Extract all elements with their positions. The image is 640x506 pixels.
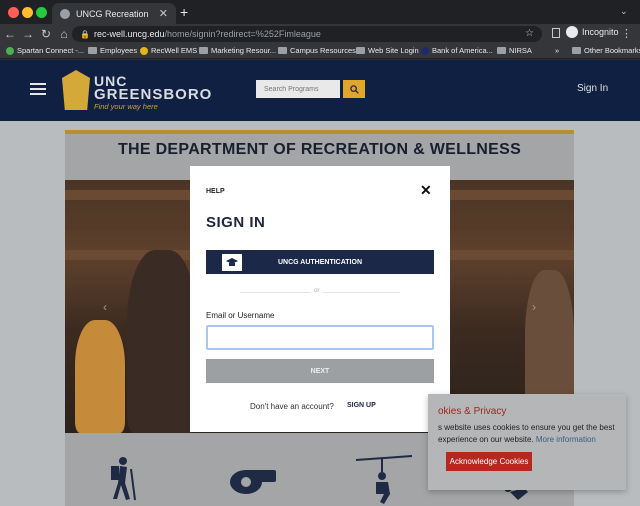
folder-icon <box>497 47 506 54</box>
minimize-window-button[interactable] <box>22 7 33 18</box>
browser-tab[interactable]: UNCG Recreation ✕ <box>52 3 176 24</box>
logo-tagline: Find your way here <box>94 102 158 111</box>
folder-icon <box>88 47 97 54</box>
sign-in-modal: HELP ✕ SIGN IN UNCG AUTHENTICATION or Em… <box>190 166 450 432</box>
auth-button-label: UNCG AUTHENTICATION <box>278 258 362 266</box>
modal-title: SIGN IN <box>206 214 266 231</box>
other-bookmarks-label: Other Bookmarks <box>584 46 640 55</box>
uncg-logo-icon[interactable] <box>62 70 90 110</box>
bookmark-label: RecWell EMS <box>151 46 198 55</box>
close-tab-icon[interactable]: ✕ <box>159 7 168 20</box>
incognito-indicator[interactable]: Incognito <box>566 26 619 38</box>
bookmark-label: Bank of America... <box>432 46 493 55</box>
more-information-link[interactable]: More information <box>536 435 596 444</box>
bookmark-item[interactable]: Bank of America... <box>421 46 493 55</box>
bookmark-label: Campus Resources <box>290 46 356 55</box>
incognito-label: Incognito <box>582 27 619 37</box>
bookmarks-bar: Spartan Connect -... Employees RecWell E… <box>0 44 640 59</box>
hamburger-menu-icon[interactable] <box>30 83 46 95</box>
search-icon <box>349 84 359 94</box>
side-panel-icon[interactable] <box>552 28 560 38</box>
or-divider-text: or <box>310 288 324 294</box>
acknowledge-cookies-button[interactable]: Acknowledge Cookies <box>446 452 532 471</box>
email-username-field[interactable] <box>206 325 434 350</box>
cookies-title: okies & Privacy <box>438 406 507 417</box>
bookmark-item[interactable]: NIRSA <box>497 46 532 55</box>
carousel-prev-icon[interactable]: ‹ <box>103 300 107 314</box>
forward-button[interactable]: → <box>20 27 36 41</box>
bookmark-favicon-icon <box>140 46 148 55</box>
bookmark-item[interactable]: RecWell EMS <box>140 46 197 55</box>
help-link[interactable]: HELP <box>206 188 225 195</box>
web-page: UNC GREENSBORO Find your way here Sign I… <box>0 60 640 506</box>
whistle-icon[interactable] <box>226 460 278 500</box>
home-button[interactable]: ⌂ <box>56 27 72 41</box>
folder-icon <box>356 47 365 54</box>
zipline-icon[interactable] <box>354 454 414 506</box>
bookmark-item[interactable]: Marketing Resour... <box>199 46 276 55</box>
bookmark-item[interactable]: Employees <box>88 46 137 55</box>
search-button[interactable] <box>343 80 365 98</box>
bookmark-label: Employees <box>100 46 138 55</box>
browser-menu-icon[interactable]: ⋮ <box>621 27 632 40</box>
cookies-panel: okies & Privacy s website uses cookies t… <box>428 394 626 490</box>
url-host: rec-well.uncg.edu <box>93 29 165 39</box>
new-tab-button[interactable]: + <box>180 4 188 20</box>
bookmark-favicon-icon <box>6 46 14 55</box>
tab-title: UNCG Recreation <box>76 8 149 19</box>
photo-person <box>75 320 125 433</box>
back-button[interactable]: ← <box>2 27 18 41</box>
browser-toolbar: ← → ↻ ⌂ 🔒 rec-well.uncg.edu /home/signin… <box>0 24 640 44</box>
cookies-description: s website uses cookies to ensure you get… <box>438 422 620 446</box>
other-bookmarks-folder[interactable]: Other Bookmarks <box>572 46 640 55</box>
folder-icon <box>572 47 581 54</box>
carousel-next-icon[interactable]: › <box>532 300 536 314</box>
bookmark-label: Marketing Resour... <box>211 46 277 55</box>
bookmark-star-icon[interactable]: ☆ <box>525 28 534 39</box>
bookmark-item[interactable]: Web Site Login <box>356 46 419 55</box>
bookmark-label: NIRSA <box>509 46 532 55</box>
no-account-text: Don't have an account? <box>250 402 334 411</box>
sign-in-link[interactable]: Sign In <box>577 83 608 94</box>
incognito-icon <box>566 26 578 38</box>
close-modal-icon[interactable]: ✕ <box>420 182 432 199</box>
uncg-authentication-button[interactable]: UNCG AUTHENTICATION <box>206 250 434 274</box>
bookmark-item[interactable]: Campus Resources <box>278 46 356 55</box>
bookmark-favicon-icon <box>421 46 429 55</box>
next-button[interactable]: NEXT <box>206 359 434 383</box>
bookmark-item[interactable]: Spartan Connect -... <box>6 46 84 55</box>
folder-icon <box>199 47 208 54</box>
lock-icon: 🔒 <box>80 29 90 39</box>
photo-person <box>127 250 197 433</box>
search-programs-input[interactable] <box>256 80 340 98</box>
graduation-cap-icon <box>222 254 242 271</box>
sign-up-link[interactable]: SIGN UP <box>347 402 376 409</box>
folder-icon <box>278 47 287 54</box>
tab-search-icon[interactable]: ⌄ <box>620 6 630 16</box>
email-field-label: Email or Username <box>206 311 275 320</box>
accent-divider <box>65 130 574 134</box>
address-bar[interactable]: 🔒 rec-well.uncg.edu /home/signin?redirec… <box>72 26 542 42</box>
bookmark-label: Web Site Login <box>368 46 419 55</box>
hiking-icon[interactable] <box>103 455 139 501</box>
url-path: /home/signin?redirect=%252Fimleague <box>164 29 321 39</box>
bookmarks-overflow-button[interactable]: » <box>555 46 559 55</box>
logo-text-greensboro[interactable]: GREENSBORO <box>94 86 212 103</box>
maximize-window-button[interactable] <box>36 7 47 18</box>
bookmark-label: Spartan Connect -... <box>17 46 85 55</box>
close-window-button[interactable] <box>8 7 19 18</box>
browser-tab-bar: UNCG Recreation ✕ + ⌄ <box>0 0 640 24</box>
globe-icon <box>60 8 70 19</box>
site-header: UNC GREENSBORO Find your way here Sign I… <box>0 60 640 121</box>
reload-button[interactable]: ↻ <box>38 27 54 41</box>
department-title: THE DEPARTMENT OF RECREATION & WELLNESS <box>117 141 522 158</box>
